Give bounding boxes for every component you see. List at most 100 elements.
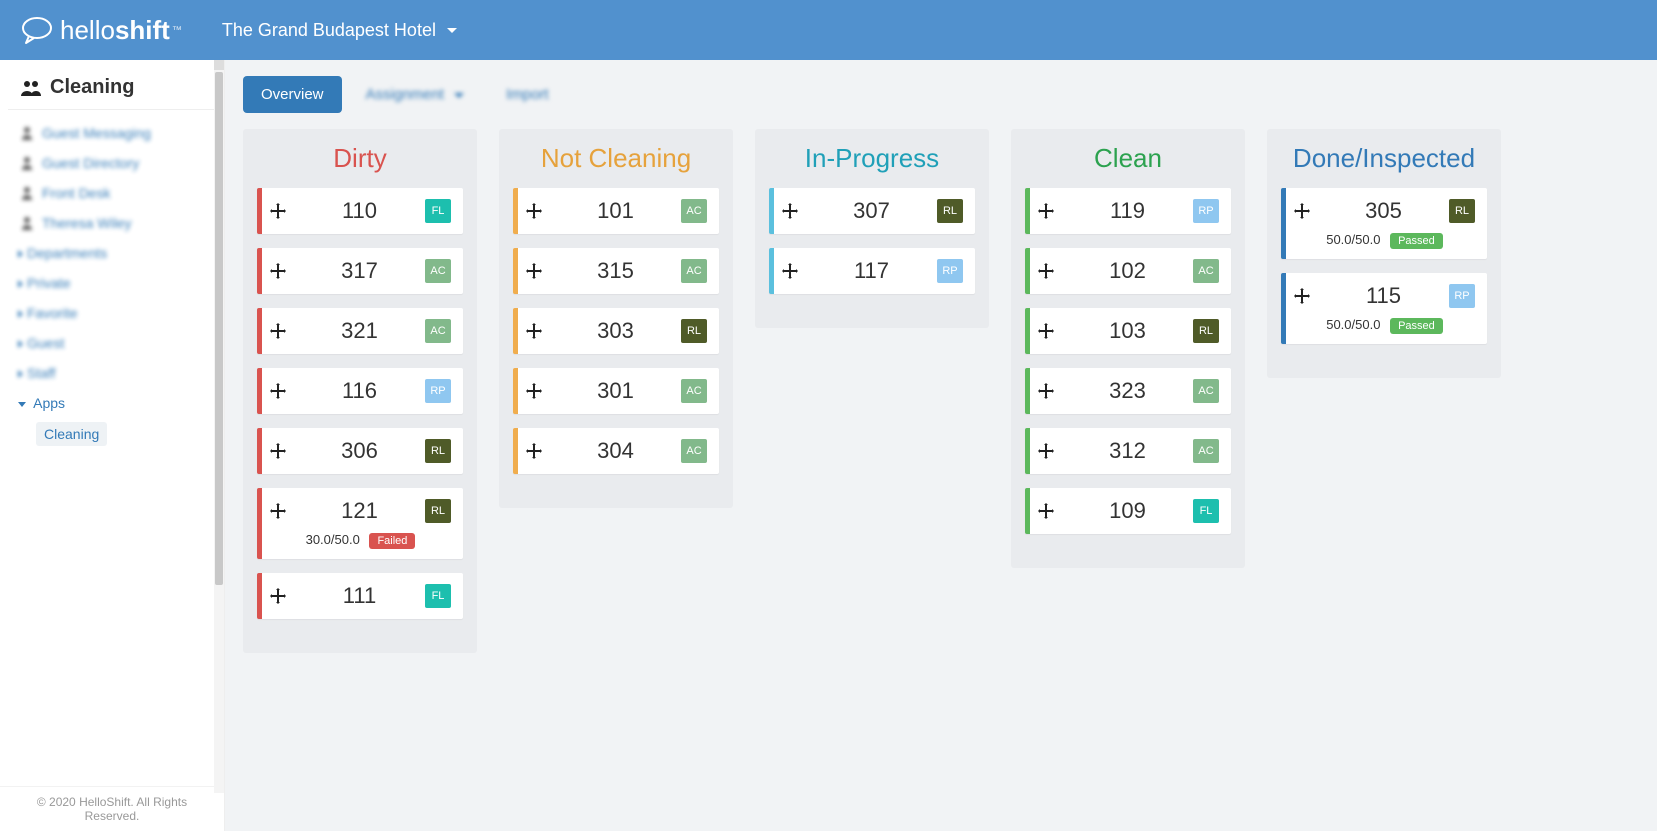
card-meta: 30.0/50.0 Failed (270, 532, 451, 549)
column-title: In-Progress (769, 143, 975, 174)
tab-assignment[interactable]: Assignment (348, 76, 483, 113)
room-card[interactable]: 110FL (257, 188, 463, 234)
drag-handle-icon[interactable] (270, 588, 294, 604)
room-card[interactable]: 116RP (257, 368, 463, 414)
drag-handle-icon[interactable] (526, 323, 550, 339)
sidebar-section-apps[interactable]: Apps (18, 388, 212, 418)
brand-text-prefix: hello (60, 15, 115, 46)
room-number: 119 (1062, 198, 1193, 224)
room-card[interactable]: 101AC (513, 188, 719, 234)
column-dirty: Dirty110FL317AC321AC116RP306RL121RL30.0/… (243, 129, 477, 653)
room-number: 116 (294, 378, 425, 404)
room-card[interactable]: 119RP (1025, 188, 1231, 234)
room-card[interactable]: 301AC (513, 368, 719, 414)
room-number: 321 (294, 318, 425, 344)
drag-handle-icon[interactable] (1038, 383, 1062, 399)
nav-icon (20, 156, 42, 170)
room-card[interactable]: 303RL (513, 308, 719, 354)
sidebar-nav-item[interactable]: Front Desk (18, 178, 212, 208)
assignee-badge: RP (1193, 199, 1219, 223)
assignee-badge: RL (681, 319, 707, 343)
room-card[interactable]: 102AC (1025, 248, 1231, 294)
room-card[interactable]: 305RL50.0/50.0 Passed (1281, 188, 1487, 259)
room-card[interactable]: 304AC (513, 428, 719, 474)
room-card[interactable]: 323AC (1025, 368, 1231, 414)
assignee-badge: AC (681, 379, 707, 403)
main-content: Overview Assignment Import Dirty 110FL 317… (225, 60, 1657, 831)
drag-handle-icon[interactable] (1038, 323, 1062, 339)
drag-handle-icon[interactable] (782, 263, 806, 279)
drag-handle-icon[interactable] (526, 263, 550, 279)
drag-handle-icon[interactable] (1038, 503, 1062, 519)
brand-logo[interactable]: helloshift™ (20, 15, 182, 46)
status-badge: Failed (369, 533, 415, 549)
room-number: 101 (550, 198, 681, 224)
room-card[interactable]: 307RL (769, 188, 975, 234)
room-card[interactable]: 312AC (1025, 428, 1231, 474)
assignee-badge: RL (425, 499, 451, 523)
sidebar-section-private[interactable]: Private (18, 268, 212, 298)
sidebar-nav-item[interactable]: Guest Directory (18, 148, 212, 178)
drag-handle-icon[interactable] (526, 443, 550, 459)
sidebar-section-guest[interactable]: Guest (18, 328, 212, 358)
scrollbar[interactable] (214, 60, 224, 793)
room-card[interactable]: 317AC (257, 248, 463, 294)
room-card[interactable]: 306RL (257, 428, 463, 474)
room-card[interactable]: 321AC (257, 308, 463, 354)
tab-overview[interactable]: Overview (243, 76, 342, 113)
room-card[interactable]: 103RL (1025, 308, 1231, 354)
sidebar-nav-item[interactable]: Guest Messaging (18, 118, 212, 148)
assignee-badge: AC (425, 319, 451, 343)
room-number: 109 (1062, 498, 1193, 524)
drag-handle-icon[interactable] (270, 503, 294, 519)
nav-icon (20, 126, 42, 140)
assignee-badge: AC (425, 259, 451, 283)
room-number: 110 (294, 198, 425, 224)
sidebar-subitem-label: Cleaning (44, 426, 99, 442)
drag-handle-icon[interactable] (1294, 288, 1318, 304)
drag-handle-icon[interactable] (1038, 203, 1062, 219)
room-card[interactable]: 115RP50.0/50.0 Passed (1281, 273, 1487, 344)
room-number: 102 (1062, 258, 1193, 284)
sidebar-section-label: Guest (27, 335, 64, 351)
drag-handle-icon[interactable] (782, 203, 806, 219)
drag-handle-icon[interactable] (1038, 443, 1062, 459)
drag-handle-icon[interactable] (270, 443, 294, 459)
room-number: 301 (550, 378, 681, 404)
sidebar-section-label: Departments (27, 245, 107, 261)
status-badge: Passed (1390, 318, 1443, 334)
sidebar-section-staff[interactable]: Staff (18, 358, 212, 388)
room-card[interactable]: 111FL (257, 573, 463, 619)
drag-handle-icon[interactable] (270, 263, 294, 279)
room-card[interactable]: 315AC (513, 248, 719, 294)
scrollbar-thumb[interactable] (215, 72, 223, 585)
kanban-board: Dirty110FL317AC321AC116RP306RL121RL30.0/… (243, 129, 1639, 653)
sidebar-subitem-cleaning[interactable]: Cleaning (36, 422, 107, 446)
tab-import[interactable]: Import (488, 76, 567, 113)
assignee-badge: RL (937, 199, 963, 223)
card-meta: 50.0/50.0 Passed (1294, 232, 1475, 249)
sidebar-header: Cleaning (8, 60, 216, 110)
brand-text-bold: shift (115, 15, 170, 46)
room-number: 117 (806, 258, 937, 284)
sidebar-section-favorite[interactable]: Favorite (18, 298, 212, 328)
drag-handle-icon[interactable] (1294, 203, 1318, 219)
status-badge: Passed (1390, 233, 1443, 249)
sidebar-section-departments[interactable]: Departments (18, 238, 212, 268)
assignee-badge: AC (1193, 439, 1219, 463)
drag-handle-icon[interactable] (1038, 263, 1062, 279)
nav-item-label: Guest Directory (42, 155, 139, 171)
drag-handle-icon[interactable] (270, 383, 294, 399)
drag-handle-icon[interactable] (270, 323, 294, 339)
hotel-dropdown[interactable]: The Grand Budapest Hotel (222, 20, 457, 41)
nav-item-label: Guest Messaging (42, 125, 151, 141)
drag-handle-icon[interactable] (270, 203, 294, 219)
drag-handle-icon[interactable] (526, 383, 550, 399)
room-card[interactable]: 121RL30.0/50.0 Failed (257, 488, 463, 559)
drag-handle-icon[interactable] (526, 203, 550, 219)
sidebar-nav-item[interactable]: Theresa Wiley (18, 208, 212, 238)
room-card[interactable]: 109FL (1025, 488, 1231, 534)
room-card[interactable]: 117RP (769, 248, 975, 294)
column-title: Dirty (257, 143, 463, 174)
room-number: 306 (294, 438, 425, 464)
